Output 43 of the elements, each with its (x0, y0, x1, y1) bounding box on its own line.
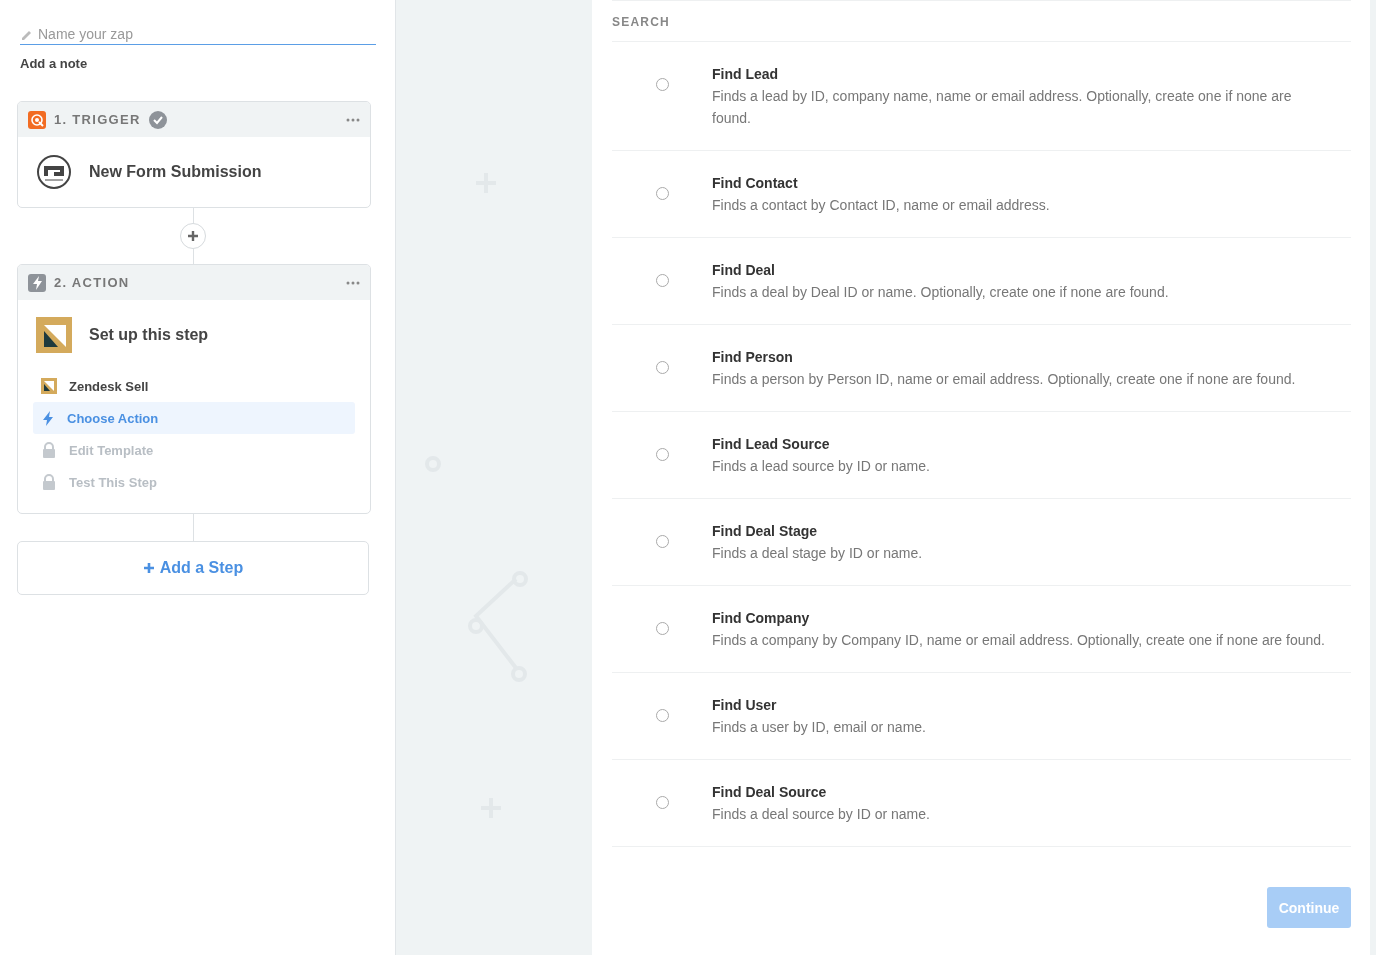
option-description: Finds a person by Person ID, name or email address. Optionally, create one if none are found. (712, 370, 1297, 389)
app-logo-icon (36, 154, 72, 190)
step-menu-item[interactable]: Choose Action (67, 410, 159, 426)
app-logo-icon (41, 378, 57, 394)
step-label: 2. ACTION (54, 275, 130, 290)
more-icon[interactable] (346, 117, 360, 122)
target-icon (28, 110, 46, 129)
option-description: Finds a deal stage by ID or name. (712, 544, 924, 563)
selected-menu-item[interactable]: Choose Action (33, 402, 355, 434)
add-step-button[interactable] (180, 223, 206, 249)
lightning-icon (28, 273, 46, 292)
option-title: Find Contact (712, 174, 799, 193)
option-title: Find Deal (712, 261, 776, 280)
option-description: Finds a deal by Deal ID or name. Optionally, create one if none are found. (712, 283, 1170, 302)
option-description: Finds a deal source by ID or name. (712, 805, 931, 824)
option-title: Find Deal Source (712, 783, 828, 802)
section-heading: SEARCH (612, 0, 1351, 42)
option-title: Find Person (712, 348, 794, 367)
option-title: Find Lead Source (712, 435, 831, 454)
option-description: Finds a user by ID, email or name. (712, 718, 927, 737)
option-description: Finds a lead by ID, company name, name or email address. Optionally, create one if none are found. (712, 87, 1293, 128)
app-logo-icon (36, 317, 72, 353)
option-title: Find Lead (712, 65, 780, 84)
step-label: 1. TRIGGER (54, 112, 141, 127)
option-description: Finds a lead source by ID or name. (712, 457, 931, 476)
more-icon[interactable] (346, 280, 360, 285)
step-title: Set up this step (89, 326, 209, 344)
add-note-link[interactable]: Add a note (20, 56, 375, 71)
option-title: Find Deal Stage (712, 522, 819, 541)
step-menu-item[interactable]: Zendesk Sell (69, 378, 149, 394)
lock-icon (41, 474, 57, 490)
option-description: Finds a contact by Contact ID, name or email address. (712, 196, 1051, 215)
plus-icon (187, 230, 199, 242)
plus-icon (142, 562, 155, 574)
step-menu-item: Edit Template (69, 442, 154, 458)
lightning-icon (41, 410, 55, 426)
step-menu-item: Test This Step (69, 474, 157, 490)
step-title: New Form Submission (89, 163, 262, 181)
lock-icon (41, 442, 57, 458)
option-description: Finds a company by Company ID, name or email address. Optionally, create one if none are found. (712, 631, 1326, 650)
add-step-button[interactable]: Add a Step (17, 541, 369, 595)
option-title: Find User (712, 696, 778, 715)
option-title: Find Company (712, 609, 811, 628)
